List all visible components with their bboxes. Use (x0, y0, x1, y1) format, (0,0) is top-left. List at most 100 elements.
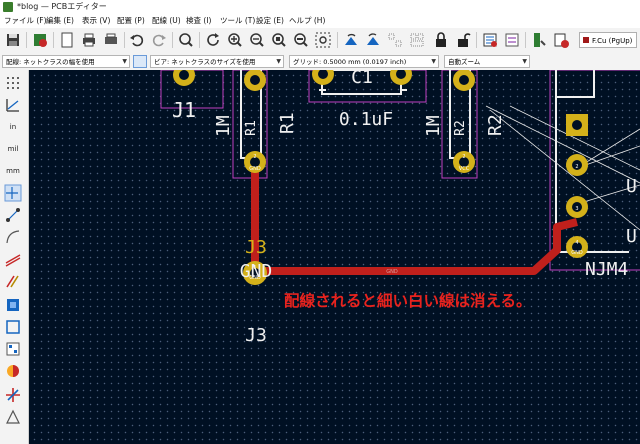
track-sizes-button[interactable] (133, 55, 147, 68)
njm-reference: NJM4 (585, 259, 628, 280)
pad-mode-icon[interactable] (4, 340, 22, 358)
track-width-value: 配線: ネットクラスの幅を使用 (6, 58, 95, 66)
pcb-canvas[interactable]: 2 GND 2 VCC 1 GND 2 3 4 GND GND J1 1M R1… (29, 70, 640, 444)
r2-fab-ref: R2 (453, 120, 468, 136)
curved-ratsnest-icon[interactable] (4, 228, 22, 246)
pcb-board-drawing: 2 GND 2 VCC 1 GND 2 3 4 GND GND J1 1M R1… (160, 70, 640, 346)
align-icon[interactable] (408, 31, 426, 49)
via-size-value: ビア: ネットクラスのサイズを使用 (154, 58, 256, 66)
layer-selector[interactable]: F.Cu (PgUp) (579, 32, 637, 48)
board-setup-icon[interactable] (31, 31, 49, 49)
menu-file[interactable]: ファイル (F) (4, 14, 47, 28)
menu-place[interactable]: 配置 (P) (117, 14, 145, 28)
menu-preferences[interactable]: 設定 (E) (256, 14, 284, 28)
schematic-icon[interactable] (503, 31, 521, 49)
menu-route[interactable]: 配線 (U) (152, 14, 181, 28)
find-icon[interactable] (177, 31, 195, 49)
layer-selector-label: F.Cu (PgUp) (592, 37, 633, 45)
gnd-track (251, 162, 578, 275)
plot-icon[interactable] (102, 31, 120, 49)
r1-pad-number: 2 (253, 154, 256, 160)
ratsnest-icon[interactable] (4, 206, 22, 224)
zoom-select[interactable]: 自動ズーム ▼ (444, 55, 530, 68)
u-fab-reference: U (626, 176, 637, 197)
drc-icon[interactable] (552, 31, 570, 49)
zone-fill-icon[interactable] (4, 296, 22, 314)
left-toolbar: in mil mm (0, 70, 29, 444)
main-toolbar: F.Cu (PgUp) (0, 28, 640, 55)
menu-inspect[interactable]: 検査 (I) (186, 14, 211, 28)
zoom-fit-icon[interactable] (270, 31, 288, 49)
r2-pad-number: 2 (462, 154, 465, 160)
r2-reference: R2 (485, 114, 506, 136)
chevron-down-icon: ▼ (276, 58, 281, 65)
grid-select[interactable]: グリッド: 0.5000 mm (0.0197 inch) ▼ (289, 55, 439, 68)
polar-coords-icon[interactable] (4, 96, 22, 114)
unit-mm-icon[interactable]: mm (4, 162, 22, 180)
zoom-objects-icon[interactable] (292, 31, 310, 49)
menu-view[interactable]: 表示 (V) (82, 14, 110, 28)
menu-bar: ファイル (F) 編集 (E) 表示 (V) 配置 (P) 配線 (U) 検査 … (0, 14, 640, 28)
rotate-ccw-icon[interactable] (342, 31, 360, 49)
window-title: *blog — PCBエディター (17, 2, 107, 11)
j1-reference: J1 (172, 98, 196, 122)
zoom-in-icon[interactable] (226, 31, 244, 49)
track-outline-icon[interactable] (4, 250, 22, 268)
zoom-value: 自動ズーム (448, 58, 481, 66)
grid-value: グリッド: 0.5000 mm (0.0197 inch) (293, 58, 407, 66)
mirror-icon[interactable] (386, 31, 404, 49)
c1-value: 0.1uF (339, 109, 393, 130)
undo-icon[interactable] (128, 31, 146, 49)
title-bar: *blog — PCBエディター (0, 0, 640, 14)
layer-color-swatch (583, 37, 589, 43)
u-fab-reference-2: U (626, 226, 637, 247)
refresh-icon[interactable] (204, 31, 222, 49)
c1-reference: C1 (351, 70, 373, 88)
ratsnest-lines (485, 105, 640, 231)
netlist-icon[interactable] (481, 31, 499, 49)
zoom-selection-icon[interactable] (314, 31, 332, 49)
via-outline-icon[interactable] (4, 272, 22, 290)
annotation-text: 配線されると細い白い線は消える。 (284, 291, 532, 310)
page-settings-icon[interactable] (58, 31, 76, 49)
u-pad4-number: 4 (575, 240, 578, 246)
r2-pad-net: VCC (459, 166, 470, 172)
unit-mil-icon[interactable]: mil (4, 140, 22, 158)
unlock-icon[interactable] (454, 31, 472, 49)
r1-fab-ref: R1 (244, 120, 259, 136)
high-contrast-icon[interactable] (4, 362, 22, 380)
r1-value: 1M (213, 115, 234, 137)
save-icon[interactable] (4, 31, 22, 49)
cursor-icon[interactable] (4, 184, 22, 202)
print-icon[interactable] (80, 31, 98, 49)
j3-fab-reference: J3 (245, 237, 267, 258)
track-net-label: GND (386, 269, 398, 275)
layers-manager-icon[interactable] (4, 386, 22, 404)
rotate-cw-icon[interactable] (364, 31, 382, 49)
u-pad2-number: 2 (575, 164, 578, 170)
grid-toggle-icon[interactable] (4, 74, 22, 92)
via-size-select[interactable]: ビア: ネットクラスのサイズを使用 ▼ (150, 55, 284, 68)
r2-value: 1M (423, 115, 444, 137)
menu-tools[interactable]: ツール (T) (220, 14, 255, 28)
chevron-down-icon: ▼ (431, 58, 436, 65)
r1-reference: R1 (277, 112, 298, 134)
zoom-out-icon[interactable] (248, 31, 266, 49)
j3-reference: J3 (245, 325, 267, 346)
secondary-toolbar: 配線: ネットクラスの幅を使用 ▼ ビア: ネットクラスのサイズを使用 ▼ グリッド… (0, 54, 640, 71)
menu-edit[interactable]: 編集 (E) (46, 14, 74, 28)
track-width-select[interactable]: 配線: ネットクラスの幅を使用 ▼ (2, 55, 130, 68)
pad-holes (179, 70, 582, 278)
unit-inch-icon[interactable]: in (4, 118, 22, 136)
chevron-down-icon: ▼ (522, 58, 527, 65)
pcbnew-app-icon (3, 2, 13, 12)
zone-outline-icon[interactable] (4, 318, 22, 336)
scripting-icon[interactable] (530, 31, 548, 49)
u-pad3-number: 3 (575, 206, 578, 212)
redo-icon[interactable] (150, 31, 168, 49)
menu-help[interactable]: ヘルプ (H) (289, 14, 325, 28)
microwave-icon[interactable] (4, 408, 22, 426)
r1-pad-net: GND (249, 166, 261, 172)
chevron-down-icon: ▼ (122, 58, 127, 65)
lock-icon[interactable] (432, 31, 450, 49)
